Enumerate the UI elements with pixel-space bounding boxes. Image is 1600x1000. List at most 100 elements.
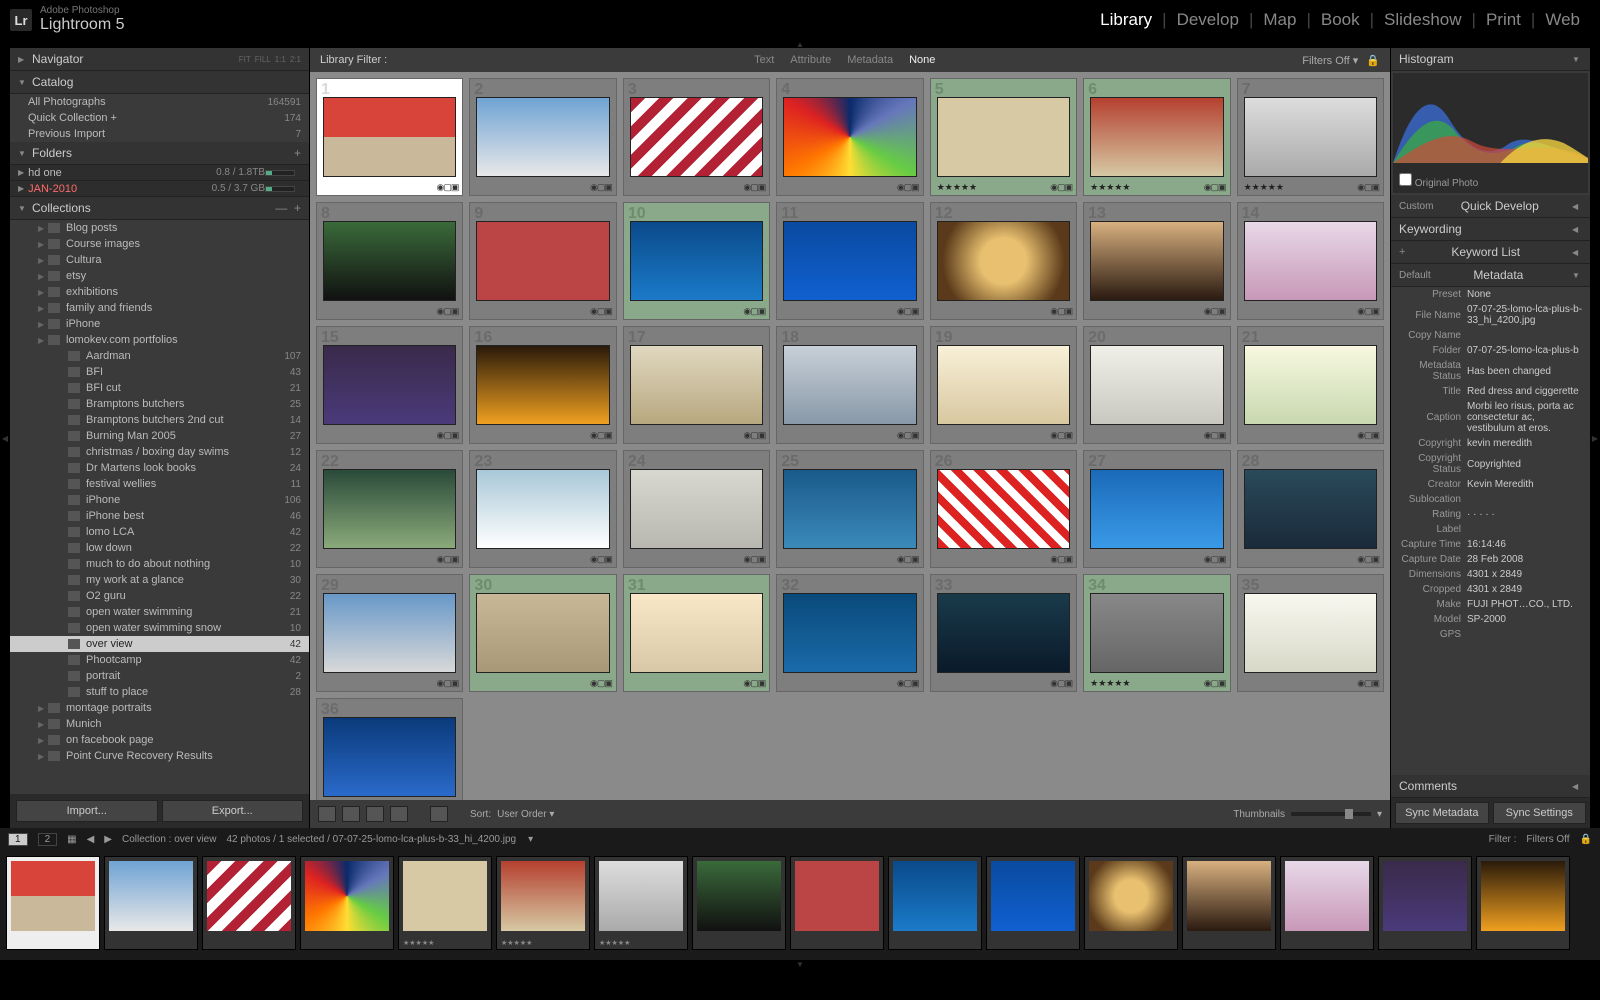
grid-cell[interactable]: 24◉▢▣ xyxy=(623,450,770,568)
filmstrip-thumb[interactable] xyxy=(6,856,100,950)
filmstrip-thumb[interactable] xyxy=(1084,856,1178,950)
breadcrumb-collection[interactable]: Collection : over view xyxy=(122,834,216,845)
painter-icon[interactable] xyxy=(430,806,448,822)
import-button[interactable]: Import... xyxy=(16,800,158,822)
metadata-row-caption[interactable]: CaptionMorbi leo risus, porta ac consect… xyxy=(1391,399,1590,436)
collection-item[interactable]: ▶family and friends xyxy=(10,300,309,316)
module-book[interactable]: Book xyxy=(1311,10,1370,30)
collections-header[interactable]: ▼Collections— + xyxy=(10,197,309,220)
collection-item[interactable]: stuff to place28 xyxy=(10,684,309,700)
quick-develop-header[interactable]: Custom Quick Develop◀ xyxy=(1391,195,1590,218)
filmstrip-thumb[interactable] xyxy=(202,856,296,950)
filmstrip-filter-lock-icon[interactable]: 🔒 xyxy=(1580,834,1592,845)
grid-cell[interactable]: 22◉▢▣ xyxy=(316,450,463,568)
metadata-header[interactable]: Default Metadata▼ xyxy=(1391,264,1590,287)
grid-cell[interactable]: 17◉▢▣ xyxy=(623,326,770,444)
grid-cell[interactable]: 14◉▢▣ xyxy=(1237,202,1384,320)
secondary-display-2[interactable]: 2 xyxy=(38,833,58,846)
nav-forward-icon[interactable]: ▶ xyxy=(104,834,112,845)
collection-item[interactable]: Phootcamp42 xyxy=(10,652,309,668)
sync-metadata-button[interactable]: Sync Metadata xyxy=(1395,802,1489,824)
collection-item[interactable]: BFI cut21 xyxy=(10,380,309,396)
collection-item[interactable]: ▶Point Curve Recovery Results xyxy=(10,748,309,764)
collection-item[interactable]: open water swimming21 xyxy=(10,604,309,620)
toolbar-expand-icon[interactable]: ▾ xyxy=(1377,809,1382,820)
collection-item[interactable]: ▶etsy xyxy=(10,268,309,284)
collection-item[interactable]: O2 guru22 xyxy=(10,588,309,604)
collection-item[interactable]: portrait2 xyxy=(10,668,309,684)
collection-item[interactable]: Aardman107 xyxy=(10,348,309,364)
filmstrip-thumb[interactable] xyxy=(104,856,198,950)
secondary-display-1[interactable]: 1 xyxy=(8,833,28,846)
metadata-row-folder[interactable]: Folder07-07-25-lomo-lca-plus-b xyxy=(1391,343,1590,358)
metadata-row-creator[interactable]: CreatorKevin Meredith xyxy=(1391,477,1590,492)
filmstrip[interactable]: ★★★★★★★★★★★★★★★ xyxy=(0,850,1600,960)
filmstrip-thumb[interactable]: ★★★★★ xyxy=(496,856,590,950)
sync-settings-button[interactable]: Sync Settings xyxy=(1493,802,1587,824)
module-web[interactable]: Web xyxy=(1535,10,1590,30)
catalog-item[interactable]: Previous Import7 xyxy=(10,126,309,142)
grid-cell[interactable]: 28◉▢▣ xyxy=(1237,450,1384,568)
filmstrip-thumb[interactable] xyxy=(692,856,786,950)
grid-cell[interactable]: 35◉▢▣ xyxy=(1237,574,1384,692)
collection-item[interactable]: iPhone106 xyxy=(10,492,309,508)
grid-cell[interactable]: 25◉▢▣ xyxy=(776,450,923,568)
navigator-header[interactable]: ▶Navigator FITFILL1:12:1 xyxy=(10,48,309,71)
collection-item[interactable]: ▶Cultura xyxy=(10,252,309,268)
collection-item[interactable]: Burning Man 200527 xyxy=(10,428,309,444)
grid-cell[interactable]: 19◉▢▣ xyxy=(930,326,1077,444)
folders-header[interactable]: ▼Folders+ xyxy=(10,142,309,165)
metadata-row-make[interactable]: MakeFUJI PHOT…CO., LTD. xyxy=(1391,597,1590,612)
catalog-item[interactable]: Quick Collection +174 xyxy=(10,110,309,126)
filmstrip-thumb[interactable] xyxy=(1280,856,1374,950)
collection-item[interactable]: Dr Martens look books24 xyxy=(10,460,309,476)
comments-header[interactable]: Comments◀ xyxy=(1391,775,1590,798)
collection-item[interactable]: christmas / boxing day swims12 xyxy=(10,444,309,460)
collection-item[interactable]: open water swimming snow10 xyxy=(10,620,309,636)
grid-cell[interactable]: 13◉▢▣ xyxy=(1083,202,1230,320)
collection-item[interactable]: Bramptons butchers 2nd cut14 xyxy=(10,412,309,428)
grid-cell[interactable]: 5◉▢▣★★★★★ xyxy=(930,78,1077,196)
grid-cell[interactable]: 29◉▢▣ xyxy=(316,574,463,692)
grid-cell[interactable]: 8◉▢▣ xyxy=(316,202,463,320)
collection-item[interactable]: ▶Course images xyxy=(10,236,309,252)
original-photo-checkbox[interactable] xyxy=(1399,173,1412,186)
export-button[interactable]: Export... xyxy=(162,800,304,822)
grid-cell[interactable]: 32◉▢▣ xyxy=(776,574,923,692)
filmstrip-thumb[interactable] xyxy=(790,856,884,950)
grid-cell[interactable]: 3◉▢▣ xyxy=(623,78,770,196)
grid-cell[interactable]: 23◉▢▣ xyxy=(469,450,616,568)
grid-cell[interactable]: 9◉▢▣ xyxy=(469,202,616,320)
metadata-row-gps[interactable]: GPS xyxy=(1391,627,1590,642)
panel-collapse-left[interactable]: ◀ xyxy=(0,48,10,828)
nav-mode-fit[interactable]: FIT xyxy=(239,55,251,64)
metadata-row-dim[interactable]: Dimensions4301 x 2849 xyxy=(1391,567,1590,582)
collection-item[interactable]: ▶Blog posts xyxy=(10,220,309,236)
panel-collapse-right[interactable]: ▶ xyxy=(1590,48,1600,828)
collection-item[interactable]: ▶on facebook page xyxy=(10,732,309,748)
module-develop[interactable]: Develop xyxy=(1167,10,1249,30)
collection-item[interactable]: ▶exhibitions xyxy=(10,284,309,300)
collection-item[interactable]: over view42 xyxy=(10,636,309,652)
grid-mode-icon[interactable]: ▦ xyxy=(67,834,76,845)
collection-item[interactable]: ▶montage portraits xyxy=(10,700,309,716)
thumbnail-size-slider[interactable] xyxy=(1291,812,1371,816)
catalog-item[interactable]: All Photographs164591 xyxy=(10,94,309,110)
keywording-header[interactable]: Keywording◀ xyxy=(1391,218,1590,241)
grid-cell[interactable]: 30◉▢▣ xyxy=(469,574,616,692)
collection-item[interactable]: ▶iPhone xyxy=(10,316,309,332)
grid-cell[interactable]: 33◉▢▣ xyxy=(930,574,1077,692)
module-map[interactable]: Map xyxy=(1253,10,1306,30)
metadata-row-label[interactable]: Label xyxy=(1391,522,1590,537)
keyword-list-header[interactable]: + Keyword List◀ xyxy=(1391,241,1590,264)
module-slideshow[interactable]: Slideshow xyxy=(1374,10,1472,30)
grid-cell[interactable]: 2◉▢▣ xyxy=(469,78,616,196)
metadata-row-rating[interactable]: Rating· · · · · xyxy=(1391,507,1590,522)
filmstrip-thumb[interactable]: ★★★★★ xyxy=(398,856,492,950)
catalog-header[interactable]: ▼Catalog xyxy=(10,71,309,94)
grid-cell[interactable]: 20◉▢▣ xyxy=(1083,326,1230,444)
loupe-view-icon[interactable] xyxy=(342,806,360,822)
grid-cell[interactable]: 27◉▢▣ xyxy=(1083,450,1230,568)
metadata-row-model[interactable]: ModelSP-2000 xyxy=(1391,612,1590,627)
metadata-row-preset[interactable]: PresetNone xyxy=(1391,287,1590,302)
